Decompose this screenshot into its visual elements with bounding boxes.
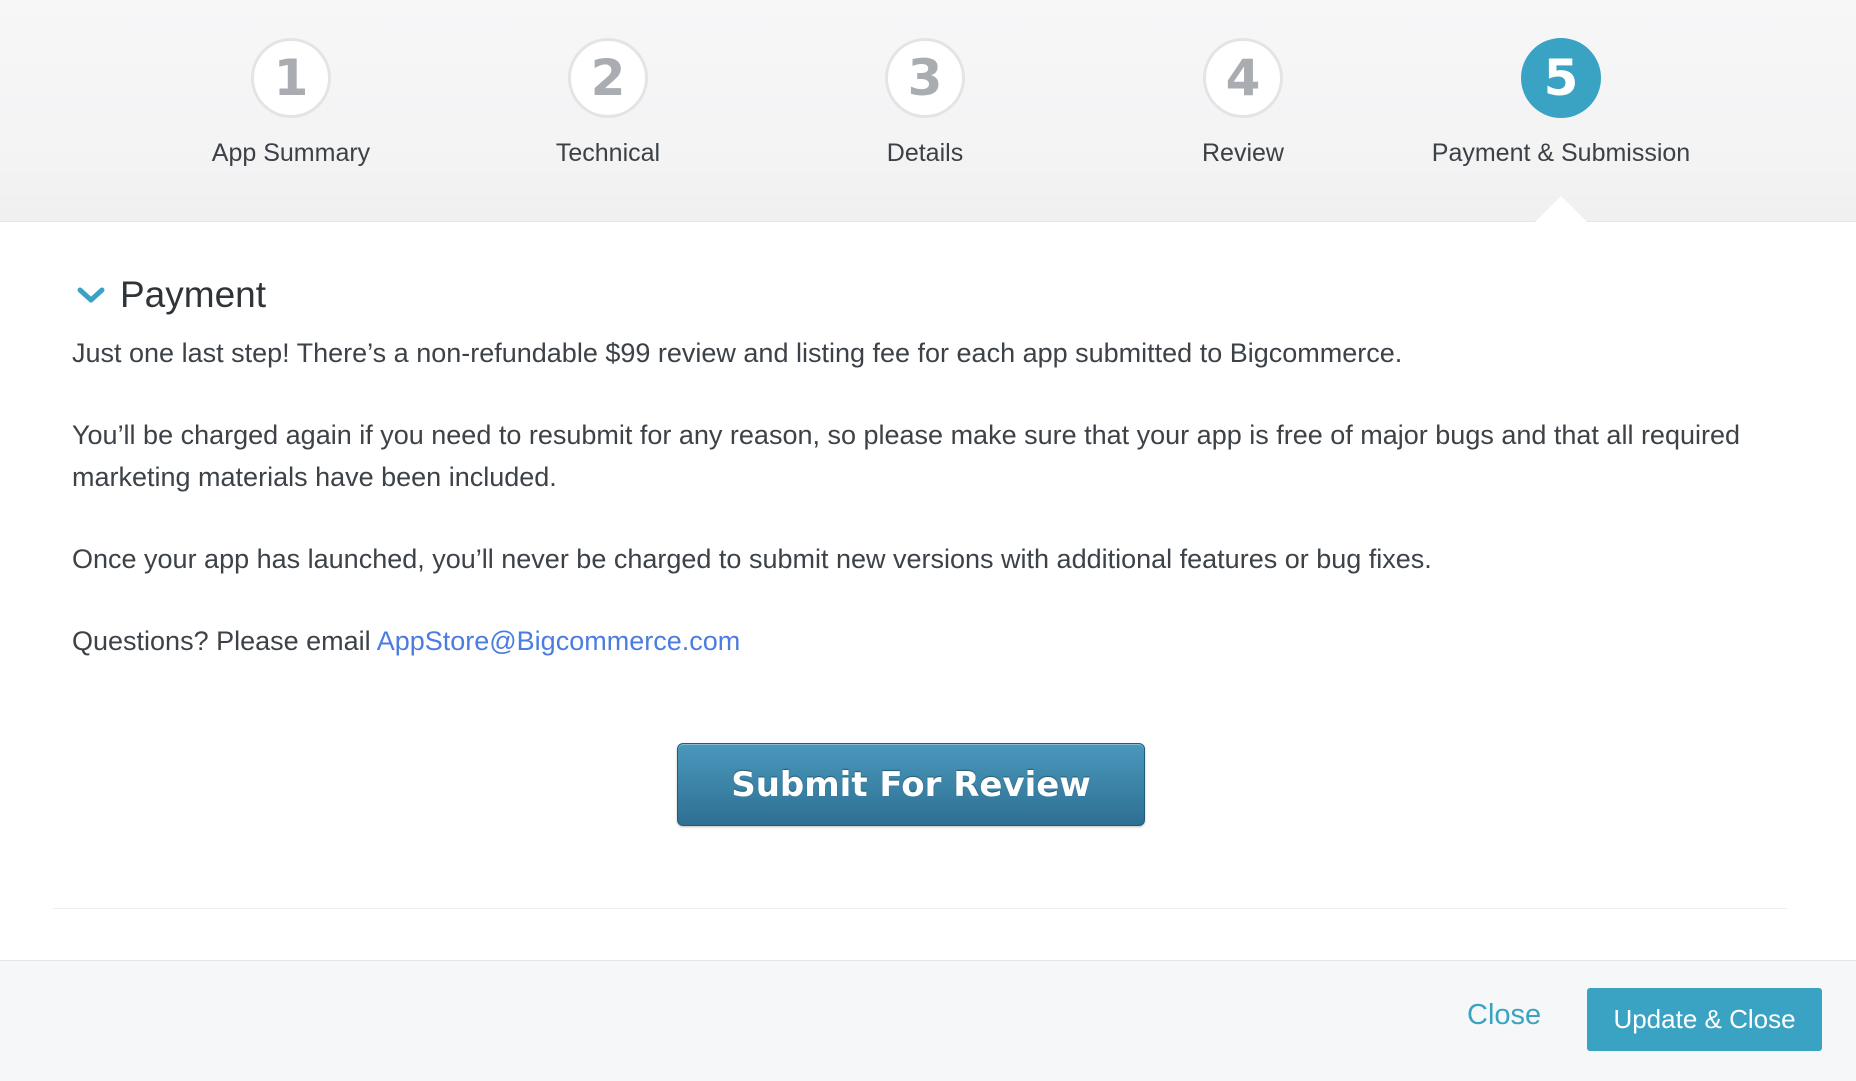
submit-for-review-button[interactable]: Submit For Review [677,743,1145,826]
step-label: Review [1202,139,1284,167]
modal-footer: Close Update & Close [0,960,1856,1081]
support-email-link[interactable]: AppStore@Bigcommerce.com [377,626,741,656]
step-details[interactable]: 3 Details [755,38,1095,168]
resubmit-paragraph: You’ll be charged again if you need to r… [72,420,1741,492]
section-title: Payment [120,274,267,315]
step-technical[interactable]: 2 Technical [438,38,778,168]
step-label: Payment & Submission [1431,139,1691,167]
step-label: App Summary [211,139,371,167]
updates-paragraph: Once your app has launched, you’ll never… [72,544,1432,574]
step-app-summary[interactable]: 1 App Summary [121,38,461,168]
wizard-stepper: 1 App Summary 2 Technical 3 Details 4 Re… [0,0,1856,222]
content-divider [53,908,1787,909]
payment-section: Payment Just one last step! There’s a no… [72,270,1792,662]
active-step-pointer [1535,196,1587,222]
section-toggle[interactable]: Payment [72,270,1792,320]
step-label: Technical [555,139,661,167]
step-review[interactable]: 4 Review [1073,38,1413,168]
step-label: Details [886,139,964,167]
step-number-circle: 1 [251,38,331,118]
step-number-circle: 4 [1203,38,1283,118]
step-number-circle: 5 [1521,38,1601,118]
update-and-close-button[interactable]: Update & Close [1587,988,1822,1051]
step-payment-submission[interactable]: 5 Payment & Submission [1391,38,1731,168]
chevron-down-icon [77,287,105,303]
close-button[interactable]: Close [1467,999,1541,1032]
fee-paragraph: Just one last step! There’s a non-refund… [72,338,1403,368]
step-number-circle: 2 [568,38,648,118]
step-number-circle: 3 [885,38,965,118]
questions-prefix: Questions? Please email [72,626,377,656]
submit-wrap: Submit For Review [677,743,1145,826]
questions-paragraph: Questions? Please email AppStore@Bigcomm… [72,620,1792,662]
